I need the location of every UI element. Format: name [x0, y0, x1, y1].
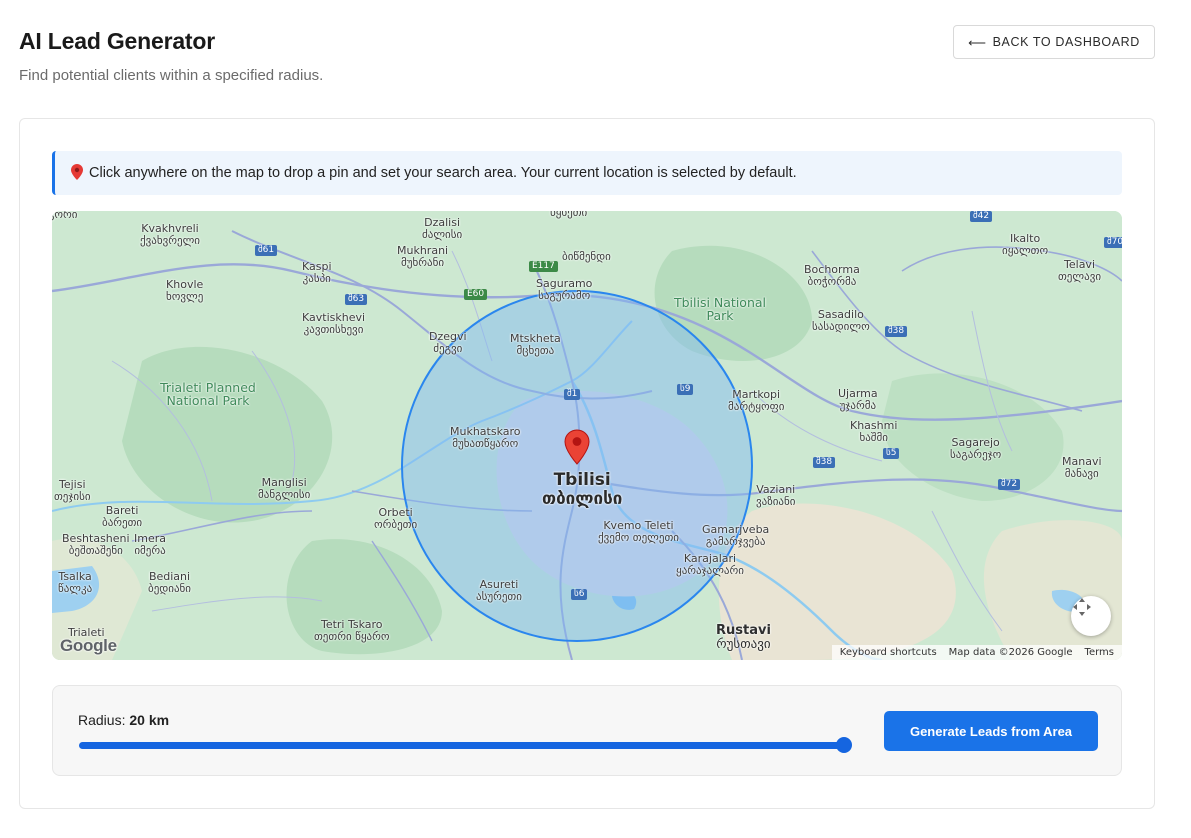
map-label: Mtskheta მცხეთა	[510, 332, 561, 357]
road-shield: ს5	[883, 448, 900, 459]
map-park-label: Trialeti Planned National Park	[160, 380, 256, 408]
map-label: Asureti ასურეთი	[476, 578, 522, 603]
generate-leads-button[interactable]: Generate Leads from Area	[884, 711, 1098, 751]
map-footer: Keyboard shortcuts Map data ©2026 Google…	[831, 645, 1122, 660]
map-label: Khashmi ხაშმი	[850, 419, 898, 444]
map-label: Tetri Tskaro თეთრი წყარო	[314, 618, 390, 643]
map-label: Imera იმერა	[134, 532, 166, 557]
map-label: Sagarejo საგარეჯო	[950, 436, 1002, 461]
map-label: Gamarjveba გამარჯვება	[702, 523, 770, 548]
map-label: Orbeti ორბეთი	[374, 506, 418, 531]
map-label: Mukhrani მუხრანი	[397, 244, 449, 269]
map-label: Khovle ხოვლე	[166, 278, 204, 303]
map-label: Bochorma ბოჭორმა	[804, 263, 860, 288]
map-label: Beshtasheni ბეშთაშენი	[62, 532, 130, 557]
camera-control-icon	[1073, 598, 1091, 616]
map-label: Tejisi თეჯისი	[54, 478, 91, 503]
road-shield: ს6	[571, 589, 588, 600]
page-title: AI Lead Generator	[19, 28, 215, 54]
road-shield: შ61	[255, 245, 278, 256]
map-label: Saguramo საგურამო	[536, 277, 593, 302]
map[interactable]: გორი Kvakhvreliქვახვრელი Dzalisiძალისი M…	[52, 211, 1122, 660]
radius-slider-track[interactable]	[79, 742, 849, 749]
road-shield: შ72	[998, 479, 1021, 490]
map-label: Kaspi კასპი	[302, 260, 332, 285]
map-label: Kavtiskhevi კავთისხევი	[302, 311, 366, 336]
road-shield: შ38	[885, 326, 908, 337]
map-label: ბიწმენდი	[562, 250, 611, 263]
back-button-label: BACK TO DASHBOARD	[992, 35, 1140, 49]
map-label: Telavi თელავი	[1058, 258, 1102, 283]
map-label: Manavi მანავი	[1062, 455, 1102, 480]
map-park-label: Tbilisi National Park	[673, 295, 767, 323]
map-label: გორი	[52, 211, 78, 221]
map-label: წყნეთი	[550, 211, 588, 219]
map-label: Mukhatskaro მუხათწყარო	[450, 425, 521, 450]
map-label: Karajalari ყარაჯალარი	[676, 552, 744, 577]
keyboard-shortcuts-link[interactable]: Keyboard shortcuts	[840, 647, 937, 658]
road-shield: შ63	[345, 294, 368, 305]
radius-controls: Radius: 20 km Generate Leads from Area	[52, 685, 1122, 776]
road-shield: შ38	[813, 457, 836, 468]
road-shield: E117	[529, 261, 558, 272]
map-label: Ikalto იყალთო	[1002, 232, 1049, 257]
pin-icon	[71, 163, 83, 183]
map-label: Manglisi მანგლისი	[258, 476, 311, 501]
map-label: Ujarma უჯარმა	[838, 387, 878, 412]
map-label: Dzalisi ძალისი	[422, 216, 463, 241]
back-to-dashboard-button[interactable]: ⟵ BACK TO DASHBOARD	[953, 25, 1155, 59]
road-shield: შ70	[1104, 237, 1122, 248]
map-city-label: Tbilisi თბილისი	[542, 470, 623, 509]
info-banner: Click anywhere on the map to drop a pin …	[52, 151, 1122, 195]
road-shield: შ1	[564, 389, 581, 400]
map-label: Tsalka წალკა	[58, 570, 93, 595]
map-attribution: Map data ©2026 Google	[948, 647, 1073, 658]
map-label: Sasadilo სასადილო	[812, 308, 870, 333]
google-logo: Google	[60, 636, 117, 655]
road-shield: E60	[464, 289, 488, 300]
radius-value: 20 km	[129, 712, 170, 728]
map-label: Dzegvi ძეგვი	[429, 330, 467, 355]
road-shield: შ42	[970, 211, 993, 222]
radius-label: Radius: 20 km	[78, 712, 170, 728]
map-camera-control-button[interactable]	[1071, 596, 1111, 636]
map-label: Rustavi რუსთავი	[716, 623, 771, 652]
radius-slider-thumb[interactable]	[836, 737, 852, 753]
map-label: Kvemo Teleti ქვემო თელეთი	[598, 519, 679, 544]
road-shield: ს9	[677, 384, 694, 395]
terms-link[interactable]: Terms	[1085, 647, 1114, 658]
arrow-left-icon: ⟵	[968, 35, 987, 50]
info-banner-text: Click anywhere on the map to drop a pin …	[89, 165, 797, 181]
map-label: Bareti ბარეთი	[102, 504, 143, 529]
map-label: Vaziani ვაზიანი	[756, 483, 796, 508]
map-label: Kvakhvreli ქვახვრელი	[140, 222, 200, 247]
map-label: Bediani ბედიანი	[148, 570, 191, 595]
map-label: Martkopi მარტყოფი	[728, 388, 785, 413]
page-subtitle: Find potential clients within a specifie…	[19, 67, 324, 84]
